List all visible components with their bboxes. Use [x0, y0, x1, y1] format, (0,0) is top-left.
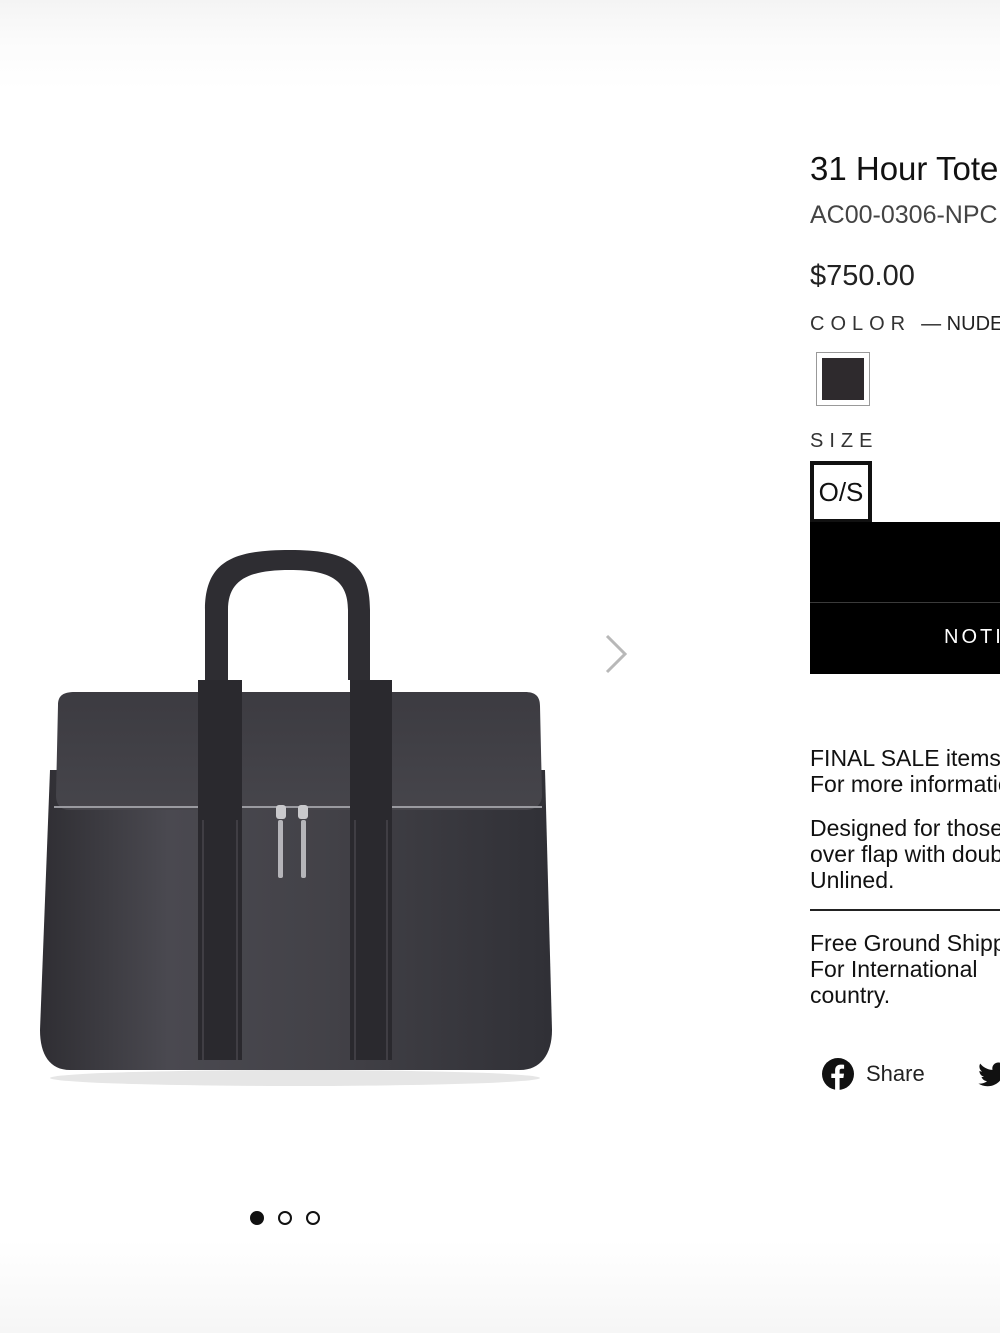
section-divider — [810, 909, 1000, 911]
product-image — [40, 550, 552, 1086]
next-image-arrow-icon[interactable] — [595, 630, 635, 678]
gallery-dot-2[interactable] — [278, 1211, 292, 1225]
share-label: Share — [866, 1061, 925, 1086]
size-label: SIZE — [810, 430, 879, 452]
product-sku: AC00-0306-NPC — [810, 201, 998, 229]
twitter-icon[interactable] — [978, 1062, 1000, 1088]
color-swatch — [822, 358, 864, 400]
shipping-info: Free Ground Shipping For International c… — [810, 930, 1000, 1008]
gallery-dot-3[interactable] — [306, 1211, 320, 1225]
product-title: 31 Hour Tote — [810, 150, 999, 187]
cta-divider — [810, 602, 1000, 603]
color-option-row: COLOR — NUDE — [810, 313, 1000, 336]
final-sale-line-2: For more information — [810, 771, 1000, 797]
product-description: FINAL SALE items For more information De… — [810, 745, 1000, 893]
product-gallery — [0, 100, 690, 1225]
description-line-3: Unlined. — [810, 867, 895, 893]
color-swatch-button[interactable] — [816, 352, 870, 406]
notify-me-label: NOTI — [944, 626, 1000, 648]
size-option-button[interactable]: O/S — [810, 461, 872, 523]
facebook-share-button[interactable]: Share — [822, 1058, 925, 1090]
shipping-line-1: Free Ground Shipping — [810, 930, 1000, 956]
final-sale-line-1: FINAL SALE items — [810, 745, 1000, 771]
facebook-icon — [822, 1058, 854, 1090]
notify-me-button[interactable]: NOTI — [810, 522, 1000, 674]
selected-color: — NUDE — [921, 313, 1000, 335]
description-line-2: over flap with double — [810, 841, 1000, 867]
color-label: COLOR — [810, 313, 912, 335]
product-page: 31 Hour Tote AC00-0306-NPC $750.00 COLOR… — [0, 0, 1000, 1333]
shipping-line-2: For International — [810, 956, 978, 982]
shipping-line-3: country. — [810, 982, 891, 1008]
gallery-pagination — [250, 1211, 320, 1225]
product-price: $750.00 — [810, 260, 915, 292]
gallery-dot-1[interactable] — [250, 1211, 264, 1225]
product-info: 31 Hour Tote AC00-0306-NPC $750.00 COLOR… — [810, 140, 1000, 523]
description-line-1: Designed for those — [810, 815, 1000, 841]
